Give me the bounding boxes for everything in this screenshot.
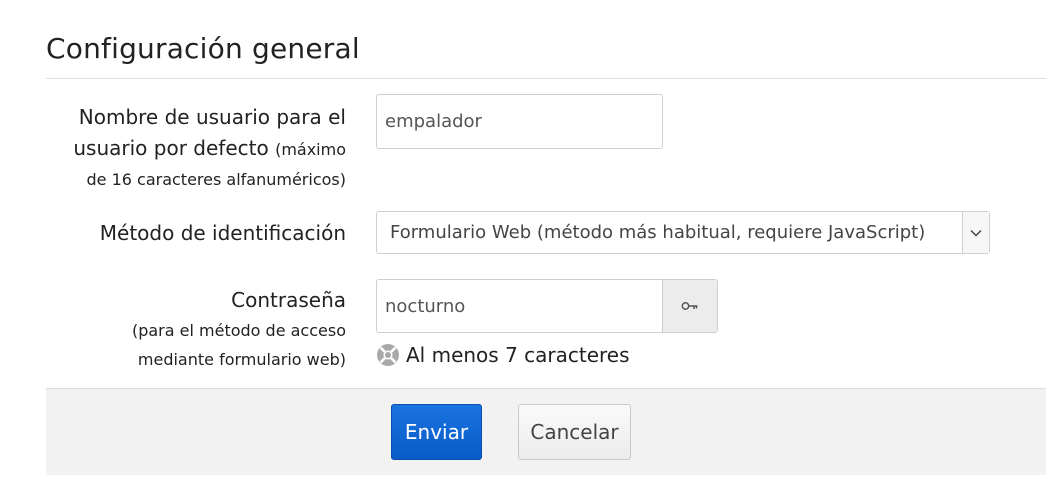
submit-button[interactable]: Enviar [391, 404, 482, 460]
username-label-line2: usuario por defecto (máximo [73, 133, 346, 165]
password-hint: Al menos 7 caracteres [376, 343, 630, 367]
username-label-line2-main: usuario por defecto [73, 136, 269, 160]
settings-page: Configuración general Nombre de usuario … [0, 0, 1046, 502]
auth-method-label: Método de identificación [99, 221, 346, 245]
lifebuoy-icon [376, 343, 400, 367]
cancel-button[interactable]: Cancelar [518, 404, 631, 460]
password-hint-text: Al menos 7 caracteres [406, 343, 630, 367]
title-divider [46, 78, 1046, 79]
password-input-group: nocturno [376, 279, 718, 333]
password-input[interactable]: nocturno [377, 280, 662, 332]
key-icon[interactable] [662, 280, 717, 332]
password-label-small-a: (para el método de acceso [131, 321, 346, 340]
password-label: Contraseña (para el método de acceso med… [132, 285, 346, 374]
username-input-value: empalador [385, 111, 482, 132]
password-input-value: nocturno [385, 295, 466, 317]
auth-method-selected: Formulario Web (método más habitual, req… [390, 222, 926, 243]
username-input[interactable]: empalador [376, 94, 663, 149]
auth-method-select[interactable]: Formulario Web (método más habitual, req… [376, 211, 990, 254]
username-label-line1: Nombre de usuario para el [78, 105, 346, 129]
chevron-down-icon[interactable] [962, 212, 989, 253]
username-label-small-b: de 16 caracteres alfanuméricos) [86, 170, 346, 189]
password-label-main: Contraseña [231, 288, 346, 312]
section-title: Configuración general [46, 32, 360, 65]
username-label: Nombre de usuario para el usuario por de… [73, 102, 346, 194]
username-label-small-a: (máximo [275, 140, 346, 159]
password-label-small-b: mediante formulario web) [137, 350, 346, 369]
